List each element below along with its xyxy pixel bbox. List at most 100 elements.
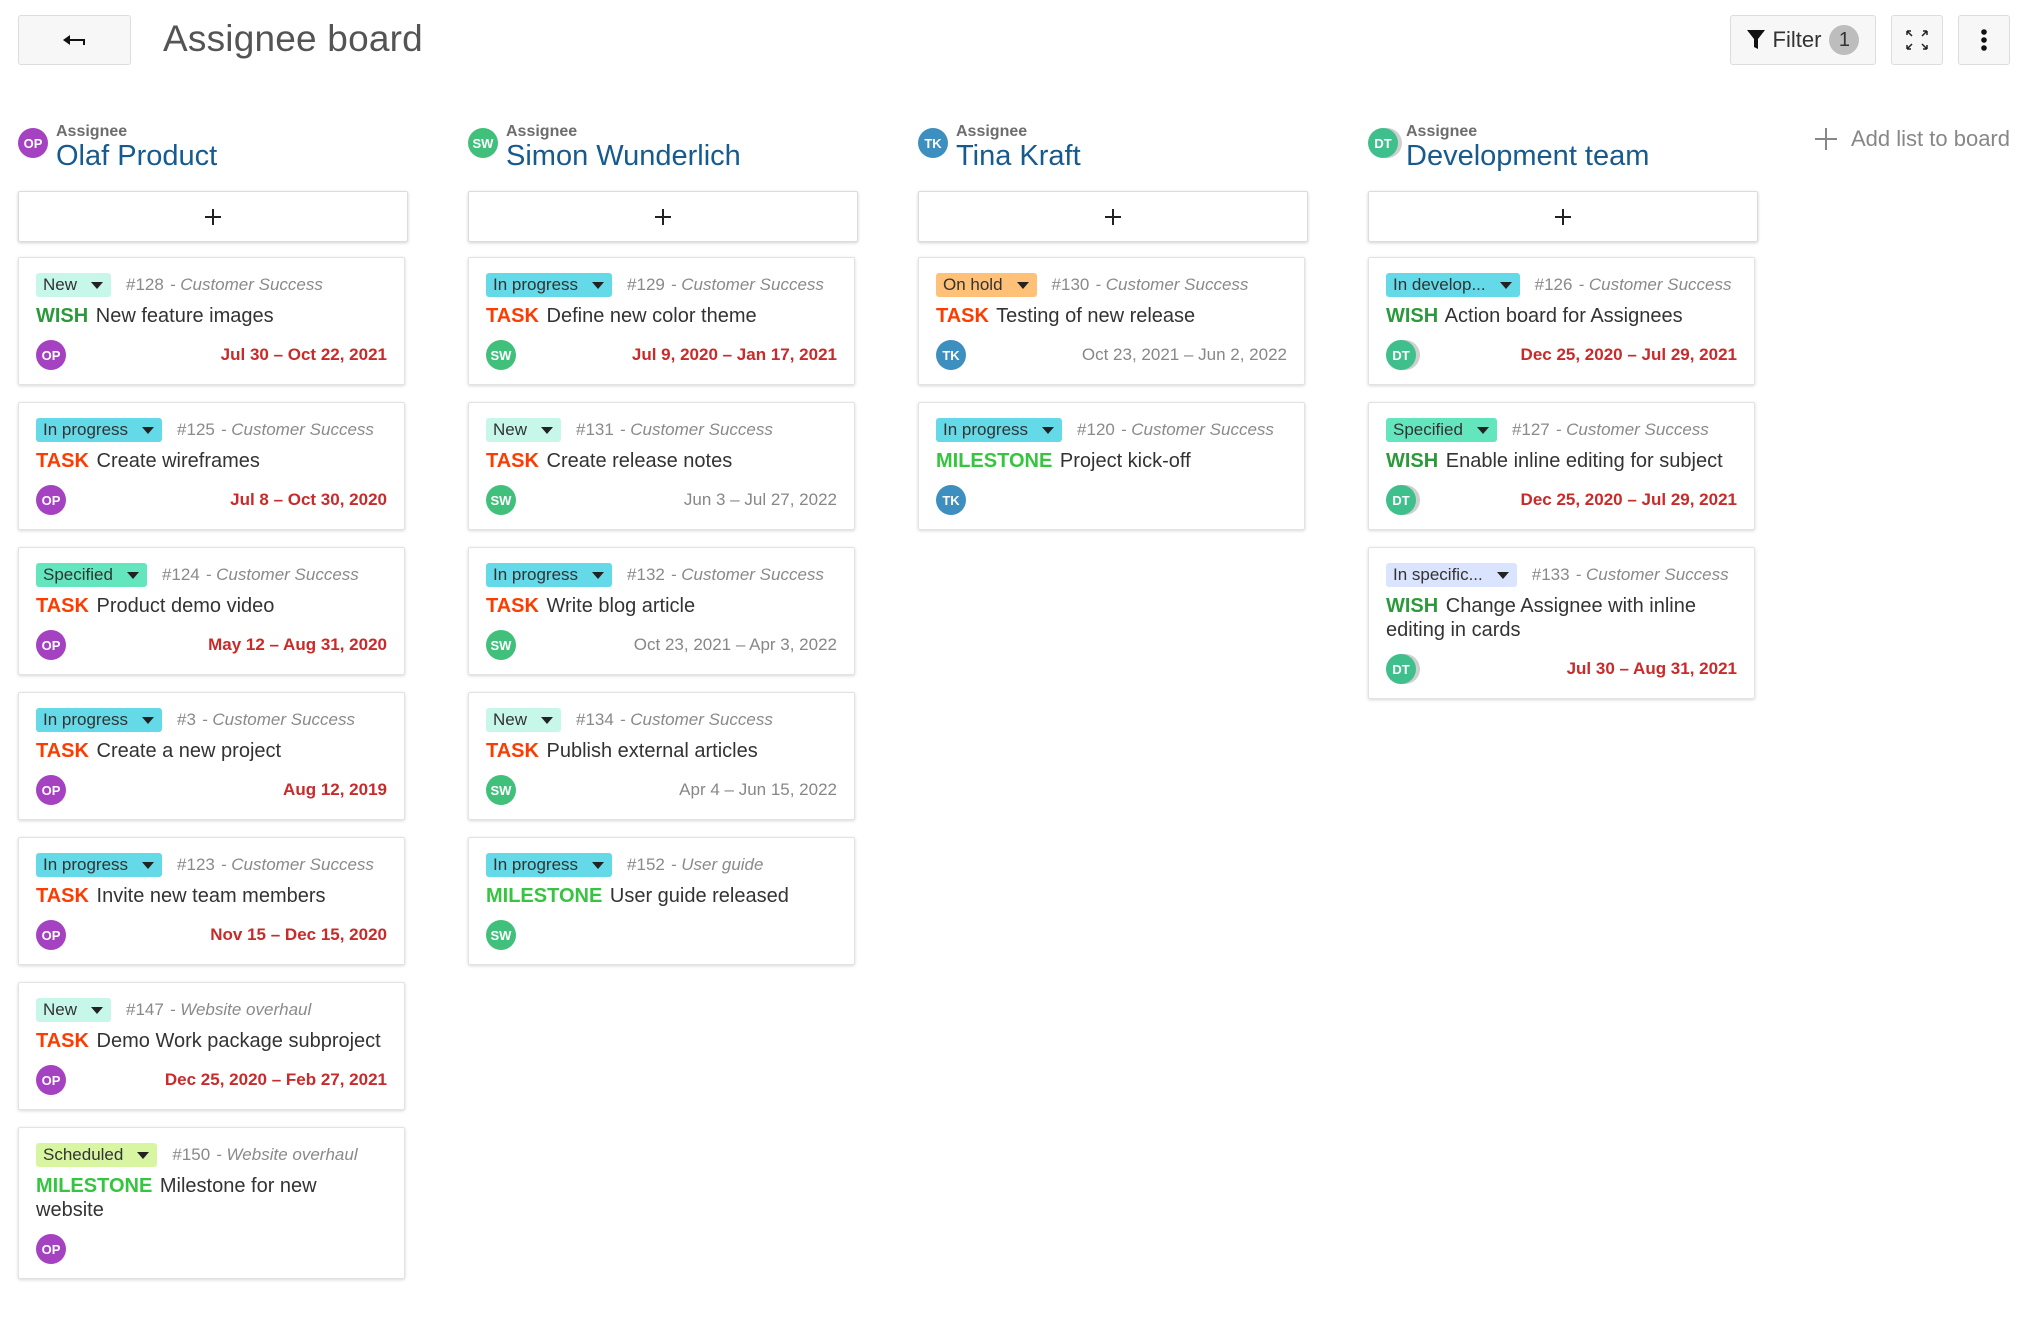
work-package-card[interactable]: New #128 - Customer Success WISH New fea…: [18, 257, 405, 385]
work-package-card[interactable]: In progress #125 - Customer Success TASK…: [18, 402, 405, 530]
assignee-avatar[interactable]: SW: [486, 920, 516, 950]
work-package-type: WISH: [1386, 595, 1439, 617]
assignee-avatar[interactable]: SW: [486, 485, 516, 515]
status-dropdown[interactable]: New: [36, 998, 112, 1022]
work-package-id[interactable]: #120: [1077, 420, 1115, 440]
assignee-avatar[interactable]: OP: [36, 485, 66, 515]
work-package-id[interactable]: #126: [1535, 275, 1573, 295]
assignee-avatar[interactable]: TK: [936, 340, 966, 370]
assignee-avatar[interactable]: OP: [36, 1065, 66, 1095]
work-package-id[interactable]: #3: [177, 710, 196, 730]
work-package-id[interactable]: #131: [576, 420, 614, 440]
status-label: In progress: [43, 420, 129, 439]
work-package-card[interactable]: In progress #123 - Customer Success TASK…: [18, 837, 405, 965]
work-package-id[interactable]: #132: [627, 565, 665, 585]
assignee-avatar[interactable]: OP: [36, 340, 66, 370]
status-dropdown[interactable]: In progress: [486, 563, 613, 587]
work-package-card[interactable]: In progress #132 - Customer Success TASK…: [468, 547, 855, 675]
card-subject: TASK Create release notes: [486, 449, 837, 473]
assignee-avatar[interactable]: DT: [1386, 340, 1420, 370]
status-dropdown[interactable]: In specific...: [1386, 563, 1517, 587]
work-package-card[interactable]: In progress #152 - User guide MILESTONE …: [468, 837, 855, 965]
status-dropdown[interactable]: In progress: [936, 418, 1063, 442]
work-package-type: TASK: [486, 595, 539, 617]
status-dropdown[interactable]: In progress: [36, 853, 163, 877]
assignee-avatar[interactable]: OP: [36, 775, 66, 805]
work-package-id[interactable]: #129: [627, 275, 665, 295]
work-package-type: TASK: [36, 885, 89, 907]
work-package-id[interactable]: #123: [177, 855, 215, 875]
status-dropdown[interactable]: New: [36, 273, 112, 297]
assignee-avatar[interactable]: OP: [36, 1234, 66, 1264]
assignee-avatar[interactable]: DT: [1386, 654, 1420, 684]
status-dropdown[interactable]: In progress: [486, 273, 613, 297]
status-label: Specified: [43, 565, 113, 584]
add-card-button[interactable]: [918, 191, 1308, 242]
card-list: On hold #130 - Customer Success TASK Tes…: [918, 257, 1308, 530]
column-title[interactable]: Development team: [1406, 138, 1649, 174]
more-options-button[interactable]: [1958, 15, 2010, 65]
card-subject: MILESTONE Milestone for new website: [36, 1174, 387, 1222]
card-subject: WISH New feature images: [36, 304, 387, 328]
status-dropdown[interactable]: Scheduled: [36, 1143, 158, 1167]
status-dropdown[interactable]: In progress: [36, 418, 163, 442]
status-label: New: [493, 420, 528, 439]
work-package-card[interactable]: Specified #127 - Customer Success WISH E…: [1368, 402, 1755, 530]
work-package-id[interactable]: #130: [1052, 275, 1090, 295]
assignee-avatar[interactable]: OP: [36, 920, 66, 950]
status-dropdown[interactable]: Specified: [36, 563, 147, 587]
work-package-card[interactable]: In progress #129 - Customer Success TASK…: [468, 257, 855, 385]
column-title[interactable]: Simon Wunderlich: [506, 138, 741, 174]
work-package-card[interactable]: New #131 - Customer Success TASK Create …: [468, 402, 855, 530]
status-dropdown[interactable]: Specified: [1386, 418, 1497, 442]
work-package-card[interactable]: New #147 - Website overhaul TASK Demo Wo…: [18, 982, 405, 1110]
status-dropdown[interactable]: In develop...: [1386, 273, 1520, 297]
work-package-id[interactable]: #134: [576, 710, 614, 730]
work-package-id[interactable]: #127: [1512, 420, 1550, 440]
subject-text: Demo Work package subproject: [96, 1030, 381, 1052]
status-dropdown[interactable]: On hold: [936, 273, 1037, 297]
date-range: Jul 30 – Aug 31, 2021: [1566, 659, 1737, 678]
column-title[interactable]: Tina Kraft: [956, 138, 1081, 174]
work-package-card[interactable]: In progress #3 - Customer Success TASK C…: [18, 692, 405, 820]
subject-text: Define new color theme: [546, 305, 757, 327]
add-list-label: Add list to board: [1851, 126, 2010, 151]
status-dropdown[interactable]: In progress: [486, 853, 613, 877]
work-package-card[interactable]: On hold #130 - Customer Success TASK Tes…: [918, 257, 1305, 385]
work-package-id[interactable]: #147: [126, 1000, 164, 1020]
assignee-avatar[interactable]: SW: [486, 630, 516, 660]
filter-button[interactable]: Filter 1: [1730, 15, 1876, 65]
subject-text: Create a new project: [96, 740, 282, 762]
fullscreen-button[interactable]: [1891, 15, 1943, 65]
assignee-avatar[interactable]: OP: [36, 630, 66, 660]
assignee-avatar[interactable]: SW: [486, 340, 516, 370]
add-card-button[interactable]: [468, 191, 858, 242]
work-package-card[interactable]: New #134 - Customer Success TASK Publish…: [468, 692, 855, 820]
work-package-card[interactable]: In progress #120 - Customer Success MILE…: [918, 402, 1305, 530]
assignee-avatar[interactable]: SW: [486, 775, 516, 805]
add-card-button[interactable]: [18, 191, 408, 242]
status-dropdown[interactable]: New: [486, 708, 562, 732]
work-package-id[interactable]: #124: [162, 565, 200, 585]
work-package-id[interactable]: #125: [177, 420, 215, 440]
date-range: Jul 8 – Oct 30, 2020: [230, 490, 387, 509]
work-package-card[interactable]: Scheduled #150 - Website overhaul MILEST…: [18, 1127, 405, 1279]
column-title[interactable]: Olaf Product: [56, 138, 217, 174]
assignee-avatar[interactable]: DT: [1386, 485, 1420, 515]
work-package-id[interactable]: #150: [172, 1145, 210, 1165]
back-button[interactable]: [18, 15, 131, 65]
assignee-avatar[interactable]: TK: [936, 485, 966, 515]
add-card-button[interactable]: [1368, 191, 1758, 242]
work-package-card[interactable]: Specified #124 - Customer Success TASK P…: [18, 547, 405, 675]
work-package-id[interactable]: #152: [627, 855, 665, 875]
date-range: Nov 15 – Dec 15, 2020: [210, 925, 387, 944]
work-package-card[interactable]: In specific... #133 - Customer Success W…: [1368, 547, 1755, 699]
caret-down-icon: [91, 281, 104, 289]
status-dropdown[interactable]: New: [486, 418, 562, 442]
work-package-id[interactable]: #128: [126, 275, 164, 295]
project-name: - Website overhaul: [169, 1000, 312, 1019]
add-list-button[interactable]: Add list to board: [1815, 126, 2010, 152]
work-package-id[interactable]: #133: [1532, 565, 1570, 585]
work-package-card[interactable]: In develop... #126 - Customer Success WI…: [1368, 257, 1755, 385]
status-dropdown[interactable]: In progress: [36, 708, 163, 732]
